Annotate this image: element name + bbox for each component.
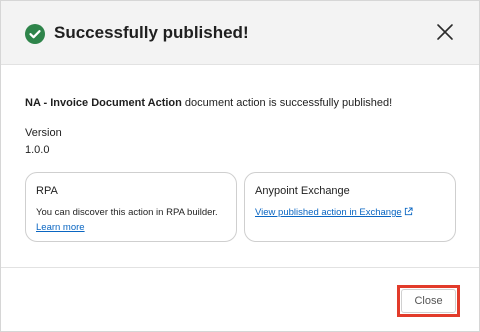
rpa-card-title: RPA [36, 185, 58, 197]
view-in-exchange-link[interactable]: View published action in Exchange [255, 207, 402, 218]
check-circle-icon [25, 24, 45, 44]
action-name: NA - Invoice Document Action [25, 97, 182, 109]
dialog-title: Successfully published! [54, 23, 249, 42]
rpa-card-description: You can discover this action in RPA buil… [36, 207, 218, 218]
version-value: 1.0.0 [25, 144, 50, 156]
success-message: NA - Invoice Document Action document ac… [25, 97, 392, 109]
exchange-card-title: Anypoint Exchange [255, 185, 350, 197]
close-icon[interactable] [435, 22, 455, 42]
publish-success-dialog: Successfully published! NA - Invoice Doc… [0, 0, 480, 332]
dialog-header: Successfully published! [1, 1, 479, 65]
rpa-card-text: You can discover this action in RPA buil… [36, 205, 231, 235]
version-label: Version [25, 127, 62, 139]
message-suffix: document action is successfully publishe… [181, 97, 393, 109]
external-link-icon[interactable] [404, 207, 413, 216]
learn-more-link[interactable]: Learn more [36, 222, 85, 233]
footer-divider [1, 267, 479, 268]
close-button[interactable]: Close [401, 289, 456, 313]
rpa-card: RPA You can discover this action in RPA … [25, 172, 237, 242]
exchange-card: Anypoint Exchange View published action … [244, 172, 456, 242]
exchange-card-text: View published action in Exchange [255, 205, 450, 220]
